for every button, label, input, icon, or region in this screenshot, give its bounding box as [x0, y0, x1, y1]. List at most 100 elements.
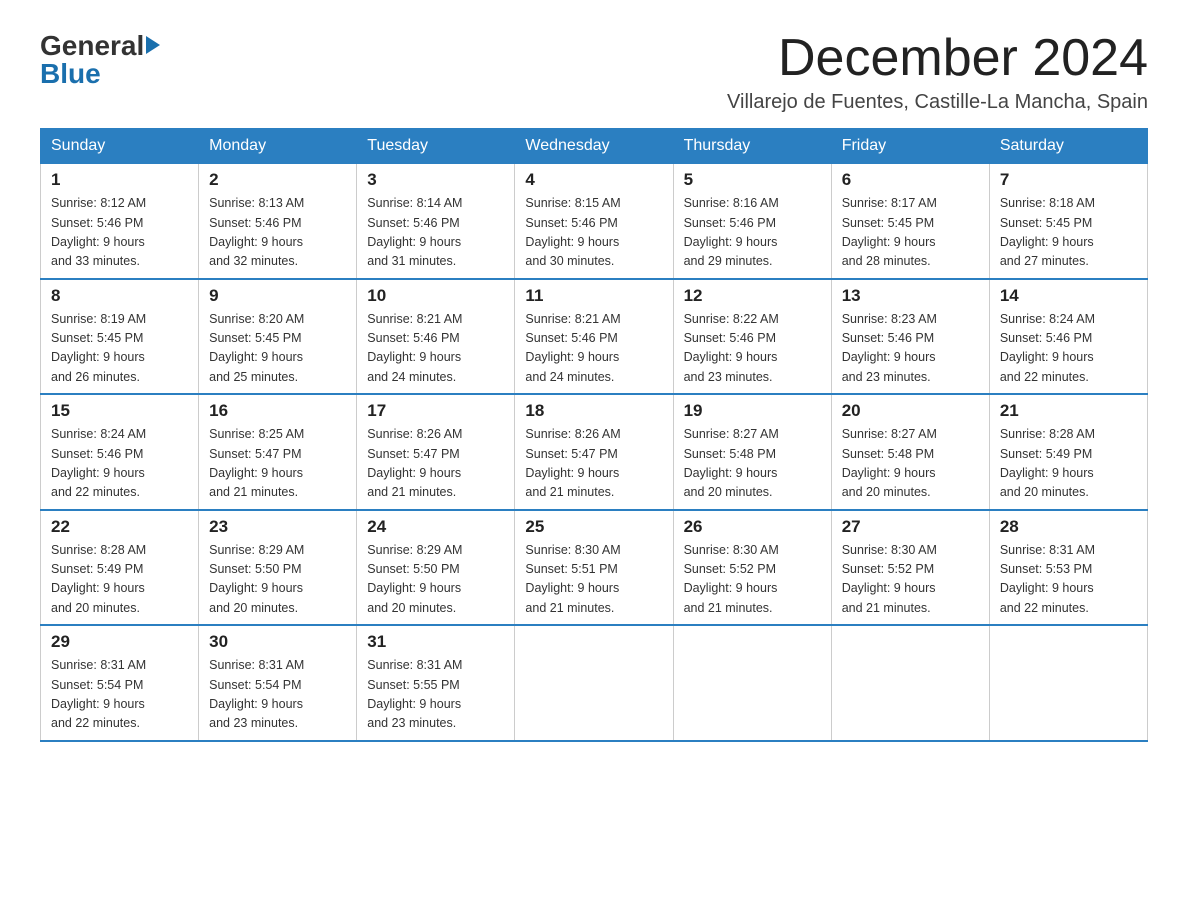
day-info: Sunrise: 8:30 AMSunset: 5:51 PMDaylight:… [525, 541, 662, 619]
calendar-day-cell: 22 Sunrise: 8:28 AMSunset: 5:49 PMDaylig… [41, 510, 199, 626]
day-info: Sunrise: 8:25 AMSunset: 5:47 PMDaylight:… [209, 425, 346, 503]
calendar-day-cell: 19 Sunrise: 8:27 AMSunset: 5:48 PMDaylig… [673, 394, 831, 510]
day-number: 7 [1000, 170, 1137, 190]
calendar-header-wednesday: Wednesday [515, 129, 673, 164]
day-number: 20 [842, 401, 979, 421]
calendar-day-cell: 25 Sunrise: 8:30 AMSunset: 5:51 PMDaylig… [515, 510, 673, 626]
day-number: 4 [525, 170, 662, 190]
month-title: December 2024 [727, 30, 1148, 87]
day-number: 14 [1000, 286, 1137, 306]
day-number: 25 [525, 517, 662, 537]
day-number: 12 [684, 286, 821, 306]
calendar-day-cell: 26 Sunrise: 8:30 AMSunset: 5:52 PMDaylig… [673, 510, 831, 626]
calendar-day-cell: 11 Sunrise: 8:21 AMSunset: 5:46 PMDaylig… [515, 279, 673, 395]
calendar-day-cell: 29 Sunrise: 8:31 AMSunset: 5:54 PMDaylig… [41, 625, 199, 741]
calendar-day-cell: 9 Sunrise: 8:20 AMSunset: 5:45 PMDayligh… [199, 279, 357, 395]
day-number: 2 [209, 170, 346, 190]
calendar-day-cell: 27 Sunrise: 8:30 AMSunset: 5:52 PMDaylig… [831, 510, 989, 626]
calendar-header-row: SundayMondayTuesdayWednesdayThursdayFrid… [41, 129, 1148, 164]
day-info: Sunrise: 8:31 AMSunset: 5:54 PMDaylight:… [51, 656, 188, 734]
day-number: 11 [525, 286, 662, 306]
day-info: Sunrise: 8:29 AMSunset: 5:50 PMDaylight:… [209, 541, 346, 619]
calendar-header-saturday: Saturday [989, 129, 1147, 164]
day-number: 27 [842, 517, 979, 537]
calendar-day-cell: 23 Sunrise: 8:29 AMSunset: 5:50 PMDaylig… [199, 510, 357, 626]
day-number: 6 [842, 170, 979, 190]
calendar-day-cell: 16 Sunrise: 8:25 AMSunset: 5:47 PMDaylig… [199, 394, 357, 510]
day-info: Sunrise: 8:27 AMSunset: 5:48 PMDaylight:… [842, 425, 979, 503]
calendar-day-cell: 1 Sunrise: 8:12 AMSunset: 5:46 PMDayligh… [41, 164, 199, 279]
calendar-week-row: 15 Sunrise: 8:24 AMSunset: 5:46 PMDaylig… [41, 394, 1148, 510]
day-info: Sunrise: 8:18 AMSunset: 5:45 PMDaylight:… [1000, 194, 1137, 272]
calendar-day-cell: 6 Sunrise: 8:17 AMSunset: 5:45 PMDayligh… [831, 164, 989, 279]
day-info: Sunrise: 8:13 AMSunset: 5:46 PMDaylight:… [209, 194, 346, 272]
day-number: 28 [1000, 517, 1137, 537]
day-info: Sunrise: 8:28 AMSunset: 5:49 PMDaylight:… [1000, 425, 1137, 503]
day-number: 10 [367, 286, 504, 306]
day-number: 9 [209, 286, 346, 306]
calendar-day-cell [831, 625, 989, 741]
day-info: Sunrise: 8:19 AMSunset: 5:45 PMDaylight:… [51, 310, 188, 388]
day-info: Sunrise: 8:24 AMSunset: 5:46 PMDaylight:… [1000, 310, 1137, 388]
calendar-day-cell: 13 Sunrise: 8:23 AMSunset: 5:46 PMDaylig… [831, 279, 989, 395]
day-info: Sunrise: 8:27 AMSunset: 5:48 PMDaylight:… [684, 425, 821, 503]
calendar-day-cell: 7 Sunrise: 8:18 AMSunset: 5:45 PMDayligh… [989, 164, 1147, 279]
calendar-header-monday: Monday [199, 129, 357, 164]
day-info: Sunrise: 8:16 AMSunset: 5:46 PMDaylight:… [684, 194, 821, 272]
calendar-day-cell: 31 Sunrise: 8:31 AMSunset: 5:55 PMDaylig… [357, 625, 515, 741]
calendar-week-row: 29 Sunrise: 8:31 AMSunset: 5:54 PMDaylig… [41, 625, 1148, 741]
day-info: Sunrise: 8:21 AMSunset: 5:46 PMDaylight:… [525, 310, 662, 388]
day-info: Sunrise: 8:21 AMSunset: 5:46 PMDaylight:… [367, 310, 504, 388]
day-number: 23 [209, 517, 346, 537]
calendar-header-sunday: Sunday [41, 129, 199, 164]
logo: General Blue [40, 30, 160, 90]
day-number: 13 [842, 286, 979, 306]
day-number: 17 [367, 401, 504, 421]
day-info: Sunrise: 8:26 AMSunset: 5:47 PMDaylight:… [367, 425, 504, 503]
day-number: 29 [51, 632, 188, 652]
calendar-day-cell: 12 Sunrise: 8:22 AMSunset: 5:46 PMDaylig… [673, 279, 831, 395]
day-info: Sunrise: 8:14 AMSunset: 5:46 PMDaylight:… [367, 194, 504, 272]
day-number: 15 [51, 401, 188, 421]
calendar-day-cell: 20 Sunrise: 8:27 AMSunset: 5:48 PMDaylig… [831, 394, 989, 510]
calendar-header-friday: Friday [831, 129, 989, 164]
day-info: Sunrise: 8:24 AMSunset: 5:46 PMDaylight:… [51, 425, 188, 503]
calendar-day-cell: 4 Sunrise: 8:15 AMSunset: 5:46 PMDayligh… [515, 164, 673, 279]
day-info: Sunrise: 8:30 AMSunset: 5:52 PMDaylight:… [842, 541, 979, 619]
day-number: 26 [684, 517, 821, 537]
calendar-day-cell: 14 Sunrise: 8:24 AMSunset: 5:46 PMDaylig… [989, 279, 1147, 395]
day-info: Sunrise: 8:15 AMSunset: 5:46 PMDaylight:… [525, 194, 662, 272]
day-number: 24 [367, 517, 504, 537]
day-info: Sunrise: 8:31 AMSunset: 5:54 PMDaylight:… [209, 656, 346, 734]
calendar-day-cell: 21 Sunrise: 8:28 AMSunset: 5:49 PMDaylig… [989, 394, 1147, 510]
calendar-day-cell: 28 Sunrise: 8:31 AMSunset: 5:53 PMDaylig… [989, 510, 1147, 626]
day-number: 8 [51, 286, 188, 306]
logo-arrow-icon [146, 36, 160, 54]
calendar-day-cell: 5 Sunrise: 8:16 AMSunset: 5:46 PMDayligh… [673, 164, 831, 279]
calendar-day-cell: 30 Sunrise: 8:31 AMSunset: 5:54 PMDaylig… [199, 625, 357, 741]
logo-blue: Blue [40, 58, 101, 90]
day-number: 5 [684, 170, 821, 190]
day-info: Sunrise: 8:28 AMSunset: 5:49 PMDaylight:… [51, 541, 188, 619]
day-number: 22 [51, 517, 188, 537]
day-info: Sunrise: 8:12 AMSunset: 5:46 PMDaylight:… [51, 194, 188, 272]
calendar-day-cell: 10 Sunrise: 8:21 AMSunset: 5:46 PMDaylig… [357, 279, 515, 395]
calendar-day-cell: 15 Sunrise: 8:24 AMSunset: 5:46 PMDaylig… [41, 394, 199, 510]
day-info: Sunrise: 8:23 AMSunset: 5:46 PMDaylight:… [842, 310, 979, 388]
calendar-week-row: 22 Sunrise: 8:28 AMSunset: 5:49 PMDaylig… [41, 510, 1148, 626]
calendar-week-row: 1 Sunrise: 8:12 AMSunset: 5:46 PMDayligh… [41, 164, 1148, 279]
calendar-day-cell: 24 Sunrise: 8:29 AMSunset: 5:50 PMDaylig… [357, 510, 515, 626]
page-header: General Blue December 2024 Villarejo de … [40, 30, 1148, 114]
calendar-day-cell [673, 625, 831, 741]
day-number: 3 [367, 170, 504, 190]
day-info: Sunrise: 8:17 AMSunset: 5:45 PMDaylight:… [842, 194, 979, 272]
calendar-table: SundayMondayTuesdayWednesdayThursdayFrid… [40, 128, 1148, 742]
calendar-day-cell [515, 625, 673, 741]
day-number: 18 [525, 401, 662, 421]
day-number: 21 [1000, 401, 1137, 421]
calendar-day-cell [989, 625, 1147, 741]
day-number: 16 [209, 401, 346, 421]
day-info: Sunrise: 8:31 AMSunset: 5:55 PMDaylight:… [367, 656, 504, 734]
calendar-day-cell: 3 Sunrise: 8:14 AMSunset: 5:46 PMDayligh… [357, 164, 515, 279]
calendar-day-cell: 17 Sunrise: 8:26 AMSunset: 5:47 PMDaylig… [357, 394, 515, 510]
